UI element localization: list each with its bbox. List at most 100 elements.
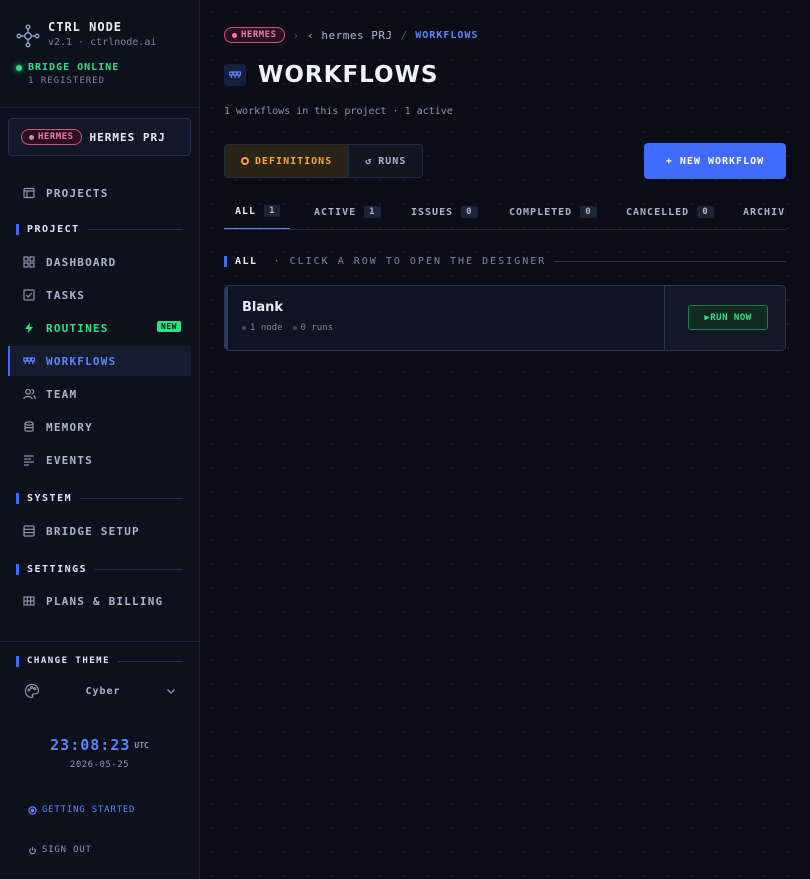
definitions-label: DEFINITIONS — [255, 155, 333, 167]
meta-dot-icon — [292, 326, 297, 330]
section-heading-system: SYSTEM — [16, 491, 183, 505]
sidebar-item-dashboard[interactable]: DASHBOARD — [8, 247, 191, 277]
list-heading-label: ALL — [235, 256, 258, 267]
project-badge-label: HERMES — [38, 132, 74, 142]
sidebar-item-label: TEAM — [46, 387, 78, 401]
tab-label: CANCELLED — [626, 206, 690, 218]
online-dot-icon — [16, 64, 22, 71]
section-heading-settings: SETTINGS — [16, 562, 183, 576]
server-icon — [22, 524, 36, 538]
new-badge: NEW — [157, 321, 181, 332]
node-count-text: 1 node — [250, 323, 283, 333]
section-rule — [554, 261, 786, 262]
workflow-meta: 1 node 0 runs — [242, 323, 333, 333]
tab-cancelled[interactable]: CANCELLED 0 — [626, 194, 714, 229]
database-icon — [22, 420, 36, 434]
sidebar-item-routines[interactable]: ROUTINES NEW — [8, 313, 191, 343]
brand[interactable]: CTRL NODE v2.1 · ctrlnode.ai — [16, 20, 156, 48]
list-heading: ALL · CLICK A ROW TO OPEN THE DESIGNER — [224, 256, 786, 267]
workflow-icon — [224, 64, 246, 86]
sidebar-item-workflows[interactable]: WORKFLOWS — [8, 346, 191, 376]
sidebar-item-label: BRIDGE SETUP — [46, 524, 140, 538]
definitions-toggle-button[interactable]: DEFINITIONS — [225, 145, 350, 177]
run-now-button[interactable]: ▶RUN NOW — [688, 305, 768, 330]
sidebar-item-team[interactable]: TEAM — [8, 379, 191, 409]
sidebar-item-label: WORKFLOWS — [46, 354, 117, 368]
clock-time: 23:08:23 — [50, 736, 131, 754]
project-badge: HERMES — [21, 129, 82, 145]
circle-icon — [241, 157, 249, 165]
sign-out-link[interactable]: SIGN OUT — [28, 845, 92, 855]
section-rule — [87, 228, 183, 230]
tab-label: ARCHIVED — [743, 206, 786, 218]
sidebar-item-events[interactable]: EVENTS — [8, 445, 191, 475]
breadcrumb-project-label: hermes PRJ — [321, 28, 393, 42]
sidebar-item-projects[interactable]: PROJECTS — [8, 178, 191, 208]
sidebar-divider — [0, 107, 199, 108]
sidebar-item-bridge-setup[interactable]: BRIDGE SETUP — [8, 516, 191, 546]
sidebar-item-plans-billing[interactable]: PLANS & BILLING — [8, 586, 191, 616]
sidebar-item-tasks[interactable]: TASKS — [8, 280, 191, 310]
workflow-icon — [22, 354, 36, 368]
refresh-icon: ↺ — [365, 155, 373, 167]
users-icon — [22, 387, 36, 401]
sidebar-item-label: PLANS & BILLING — [46, 594, 164, 608]
list-heading-hint: · CLICK A ROW TO OPEN THE DESIGNER — [273, 256, 547, 267]
theme-select[interactable]: Cyber — [24, 680, 176, 702]
lines-icon — [22, 453, 36, 467]
grid-icon — [22, 255, 36, 269]
tab-label: ACTIVE — [314, 206, 357, 218]
run-count-text: 0 runs — [300, 323, 334, 333]
breadcrumb-current: WORKFLOWS — [415, 29, 479, 41]
breadcrumb-project-badge[interactable]: HERMES — [224, 27, 285, 43]
node-count: 1 node — [242, 323, 283, 333]
target-icon — [28, 805, 37, 815]
chevron-left-icon: ‹ — [307, 28, 322, 42]
row-accent — [225, 286, 228, 350]
bridge-status: BRIDGE ONLINE 1 REGISTERED — [16, 62, 119, 86]
project-card-name: HERMES PRJ — [89, 130, 166, 144]
chevron-right-icon: › — [292, 28, 300, 42]
tab-active[interactable]: ACTIVE 1 — [314, 194, 381, 229]
new-workflow-button[interactable]: + NEW WORKFLOW — [644, 143, 786, 179]
workflow-row[interactable]: Blank 1 node 0 runs ▶RUN NOW — [224, 285, 786, 351]
runs-toggle-button[interactable]: ↺ RUNS — [349, 145, 423, 177]
view-toggle: DEFINITIONS ↺ RUNS — [224, 144, 424, 178]
main-content: HERMES › ‹ hermes PRJ / WORKFLOWS WORKFL… — [200, 0, 810, 879]
getting-started-link[interactable]: GETTING STARTED — [28, 805, 135, 815]
breadcrumb-badge-label: HERMES — [241, 30, 277, 40]
breadcrumb-project-link[interactable]: ‹ hermes PRJ — [307, 29, 392, 42]
tab-label: COMPLETED — [509, 206, 573, 218]
brand-version: v2.1 · ctrlnode.ai — [48, 37, 157, 48]
section-marker — [16, 655, 19, 667]
section-heading-theme: CHANGE THEME — [16, 654, 183, 668]
sidebar-item-label: MEMORY — [46, 420, 93, 434]
badge-dot-icon — [232, 32, 237, 38]
lightning-icon — [22, 321, 36, 335]
tab-archived[interactable]: ARCHIVED — [743, 194, 786, 229]
breadcrumb: HERMES › ‹ hermes PRJ / WORKFLOWS — [224, 27, 478, 43]
sidebar-item-label: PROJECTS — [46, 186, 109, 200]
tab-completed[interactable]: COMPLETED 0 — [509, 194, 597, 229]
tab-label: ALL — [235, 205, 257, 217]
meta-dot-icon — [242, 326, 246, 330]
project-switcher[interactable]: HERMES HERMES PRJ — [8, 118, 191, 156]
clock: 23:08:23 UTC 2026-05-25 — [0, 736, 199, 770]
section-label: SETTINGS — [27, 563, 88, 575]
workflow-name: Blank — [242, 300, 284, 315]
tab-label: ISSUES — [411, 206, 454, 218]
section-label: PROJECT — [27, 223, 80, 235]
power-icon — [29, 846, 36, 854]
section-marker — [224, 256, 227, 267]
section-rule — [95, 568, 183, 570]
tab-count: 0 — [461, 206, 478, 218]
sidebar-item-label: ROUTINES — [46, 321, 109, 335]
tab-count: 0 — [580, 206, 597, 218]
tab-count: 1 — [364, 206, 381, 218]
tab-issues[interactable]: ISSUES 0 — [411, 194, 478, 229]
tab-all[interactable]: ALL 1 — [224, 194, 291, 229]
sidebar-item-memory[interactable]: MEMORY — [8, 412, 191, 442]
app-root: CTRL NODE v2.1 · ctrlnode.ai BRIDGE ONLI… — [0, 0, 810, 879]
brand-name: CTRL NODE — [48, 20, 123, 34]
section-marker — [16, 563, 19, 575]
